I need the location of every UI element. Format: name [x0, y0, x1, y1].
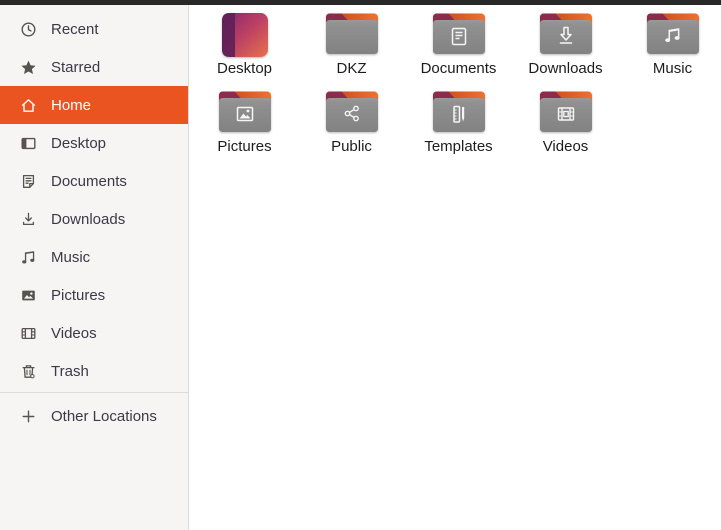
file-item-public[interactable]: Public [298, 90, 405, 168]
pictures-folder-icon [217, 90, 273, 136]
sidebar-item-downloads[interactable]: Downloads [0, 200, 188, 238]
file-item-desktop[interactable]: Desktop [191, 12, 298, 90]
music-note-icon [20, 249, 37, 266]
file-item-music[interactable]: Music [619, 12, 721, 90]
file-item-documents[interactable]: Documents [405, 12, 512, 90]
sidebar-item-label: Downloads [51, 210, 126, 228]
sidebar-item-label: Documents [51, 172, 127, 190]
download-icon [20, 211, 37, 228]
sidebar-item-label: Music [51, 248, 91, 266]
music-folder-icon [645, 12, 701, 58]
file-view: Desktop DKZ Documents Downloads Music Pi… [189, 5, 721, 530]
picture-icon [20, 287, 37, 304]
sidebar-item-documents[interactable]: Documents [0, 162, 188, 200]
star-icon [20, 59, 37, 76]
file-item-label: Downloads [528, 60, 603, 77]
sidebar-item-desktop[interactable]: Desktop [0, 124, 188, 162]
sidebar-item-pictures[interactable]: Pictures [0, 276, 188, 314]
sidebar: Recent Starred Home Desktop Documents Do… [0, 5, 189, 530]
folder-icon [324, 12, 380, 58]
file-item-templates[interactable]: Templates [405, 90, 512, 168]
file-item-videos[interactable]: Videos [512, 90, 619, 168]
file-item-label: Desktop [216, 60, 273, 77]
templates-folder-icon [431, 90, 487, 136]
desktop-folder-icon [217, 12, 273, 58]
file-item-label: Documents [420, 60, 497, 77]
file-item-downloads[interactable]: Downloads [512, 12, 619, 90]
files-window: Recent Starred Home Desktop Documents Do… [0, 5, 721, 530]
documents-folder-icon [431, 12, 487, 58]
sidebar-item-label: Home [51, 96, 92, 114]
sidebar-item-music[interactable]: Music [0, 238, 188, 276]
sidebar-item-videos[interactable]: Videos [0, 314, 188, 352]
public-folder-icon [324, 90, 380, 136]
document-icon [20, 173, 37, 190]
sidebar-item-label: Videos [51, 324, 97, 342]
file-item-label: Public [331, 138, 372, 155]
desktop-icon [20, 135, 37, 152]
file-item-label: Videos [542, 138, 589, 155]
icon-grid: Desktop DKZ Documents Downloads Music Pi… [191, 12, 721, 168]
downloads-folder-icon [538, 12, 594, 58]
sidebar-item-label: Starred [51, 58, 101, 76]
sidebar-item-trash[interactable]: Trash [0, 352, 188, 390]
file-item-pictures[interactable]: Pictures [191, 90, 298, 168]
videos-folder-icon [538, 90, 594, 136]
file-item-label: DKZ [336, 60, 367, 77]
film-icon [20, 325, 37, 342]
file-item-dkz[interactable]: DKZ [298, 12, 405, 90]
file-item-label: Pictures [217, 138, 272, 155]
sidebar-item-label: Desktop [51, 134, 107, 152]
sidebar-item-recent[interactable]: Recent [0, 10, 188, 48]
sidebar-item-label: Pictures [51, 286, 106, 304]
sidebar-item-starred[interactable]: Starred [0, 48, 188, 86]
clock-icon [20, 21, 37, 38]
home-icon [20, 97, 37, 114]
file-item-label: Templates [424, 138, 493, 155]
sidebar-separator [0, 392, 188, 393]
file-item-label: Music [652, 60, 693, 77]
trash-icon [20, 363, 37, 380]
sidebar-item-label: Recent [51, 20, 99, 38]
sidebar-item-label: Trash [51, 362, 89, 380]
sidebar-item-other-locations[interactable]: Other Locations [0, 397, 188, 435]
sidebar-item-home[interactable]: Home [0, 86, 188, 124]
sidebar-item-label: Other Locations [51, 407, 157, 425]
plus-icon [20, 408, 37, 425]
